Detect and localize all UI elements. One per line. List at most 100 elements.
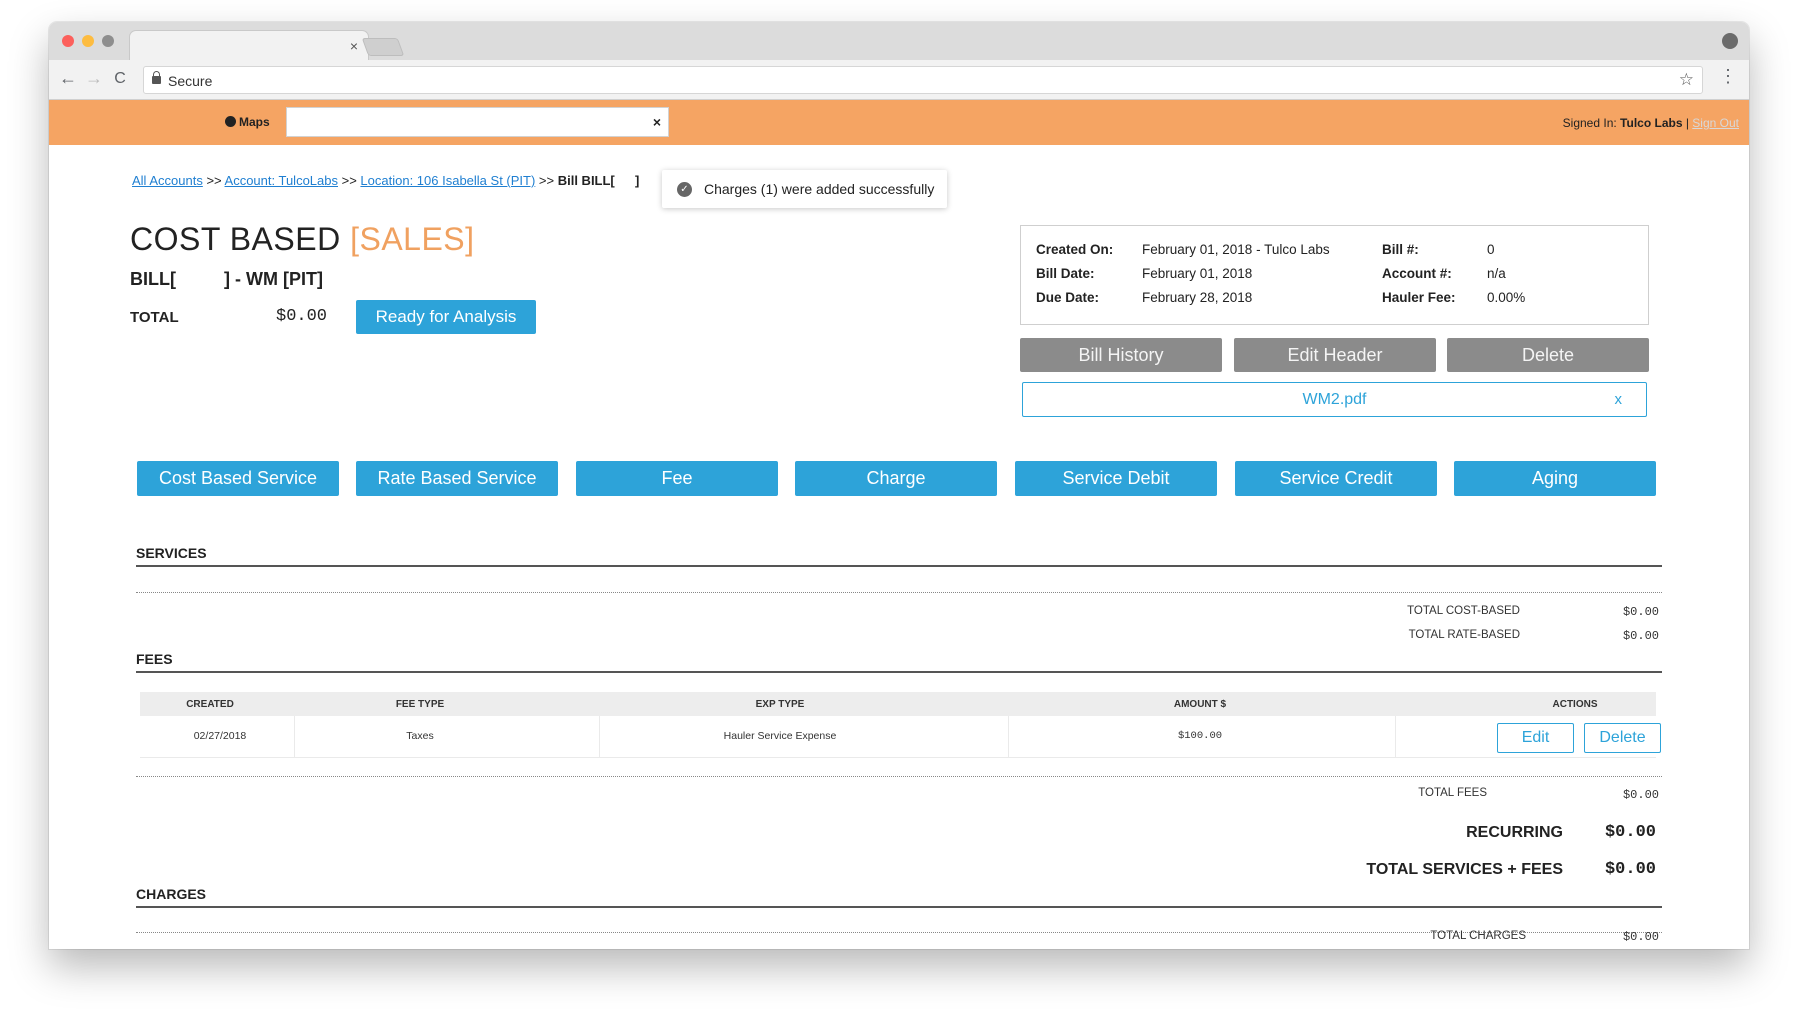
- ready-for-analysis-button[interactable]: Ready for Analysis: [356, 300, 536, 334]
- fees-divider: [136, 671, 1662, 673]
- column-header-created: CREATED: [186, 699, 234, 710]
- services-divider: [136, 565, 1662, 567]
- maps-label: Maps: [239, 115, 270, 129]
- total-cost-based-value: $0.00: [1622, 605, 1659, 619]
- bill-info-box: Created On: February 01, 2018 - Tulco La…: [1020, 225, 1649, 325]
- title-main: COST BASED: [130, 221, 341, 257]
- fee-exp-type-cell: Hauler Service Expense: [723, 730, 837, 742]
- signed-in-prefix: Signed In:: [1562, 116, 1617, 130]
- browser-window: × ← → C Secure ☆ ⋮ Maps × Signed In: Tul…: [49, 22, 1749, 949]
- attachment-file[interactable]: WM2.pdf x: [1022, 382, 1647, 417]
- add-fee-button[interactable]: Fee: [576, 461, 778, 496]
- due-date-value: February 28, 2018: [1142, 290, 1253, 305]
- maps-link[interactable]: Maps: [225, 115, 270, 129]
- add-charge-button[interactable]: Charge: [795, 461, 997, 496]
- remove-attachment-icon[interactable]: x: [1615, 391, 1623, 408]
- column-header-fee-type: FEE TYPE: [395, 699, 445, 710]
- search-input[interactable]: ×: [286, 107, 669, 137]
- forward-icon[interactable]: →: [83, 68, 105, 89]
- sign-out-link[interactable]: Sign Out: [1692, 116, 1739, 130]
- total-services-fees-label: TOTAL SERVICES + FEES: [1366, 861, 1563, 878]
- address-bar[interactable]: Secure ☆: [143, 66, 1703, 94]
- bill-number-value: 0: [1487, 242, 1495, 257]
- maximize-window-icon[interactable]: [102, 35, 114, 47]
- attachment-name[interactable]: WM2.pdf: [1023, 391, 1646, 409]
- charges-divider: [136, 906, 1662, 908]
- fees-table-header: CREATED FEE TYPE EXP TYPE AMOUNT $ ACTIO…: [140, 692, 1656, 716]
- recurring-label: RECURRING: [1466, 824, 1563, 841]
- bill-date-label: Bill Date:: [1036, 266, 1095, 281]
- total-fees-value: $0.00: [1622, 788, 1659, 802]
- breadcrumb-location[interactable]: Location: 106 Isabella St (PIT): [360, 173, 535, 188]
- back-icon[interactable]: ←: [57, 68, 79, 89]
- bookmark-star-icon[interactable]: ☆: [1679, 70, 1694, 90]
- delete-bill-button[interactable]: Delete: [1447, 338, 1649, 372]
- bill-number-label: Bill #:: [1382, 242, 1419, 257]
- breadcrumb-all-accounts[interactable]: All Accounts: [132, 173, 203, 188]
- hauler-fee-value: 0.00%: [1487, 290, 1526, 305]
- browser-tab[interactable]: ×: [129, 30, 369, 60]
- bill-suffix: ] - WM [PIT]: [223, 269, 323, 289]
- created-on-value: February 01, 2018 - Tulco Labs: [1142, 242, 1330, 257]
- fee-created-cell: 02/27/2018: [193, 730, 247, 742]
- total-charges-label: TOTAL CHARGES: [1430, 930, 1526, 942]
- bill-date-value: February 01, 2018: [1142, 266, 1253, 281]
- add-rate-based-service-button[interactable]: Rate Based Service: [356, 461, 558, 496]
- total-label: TOTAL: [130, 309, 179, 326]
- breadcrumb-sep: >>: [535, 173, 558, 188]
- reload-icon[interactable]: C: [109, 70, 131, 88]
- tab-close-icon[interactable]: ×: [350, 38, 358, 54]
- charges-section-title: CHARGES: [136, 886, 207, 902]
- add-service-credit-button[interactable]: Service Credit: [1235, 461, 1437, 496]
- new-tab-button[interactable]: [361, 38, 405, 56]
- fees-table: CREATED FEE TYPE EXP TYPE AMOUNT $ ACTIO…: [140, 692, 1661, 758]
- services-section-title: SERVICES: [136, 545, 207, 561]
- user-name: Tulco Labs: [1620, 116, 1683, 130]
- breadcrumb: All Accounts >> Account: TulcoLabs >> Lo…: [132, 173, 615, 188]
- column-header-exp-type: EXP TYPE: [755, 699, 805, 710]
- bill-history-button[interactable]: Bill History: [1020, 338, 1222, 372]
- fees-section-title: FEES: [136, 651, 173, 667]
- page-title: COST BASED [SALES]: [130, 221, 475, 258]
- total-rate-based-value: $0.00: [1622, 629, 1659, 643]
- created-on-label: Created On:: [1036, 242, 1114, 257]
- total-services-fees-value: $0.00: [1604, 860, 1656, 879]
- breadcrumb-current-close: ]: [635, 173, 640, 188]
- hauler-fee-label: Hauler Fee:: [1382, 290, 1456, 305]
- aging-button[interactable]: Aging: [1454, 461, 1656, 496]
- bill-title: BILL[ ] - WM [PIT]: [130, 269, 323, 290]
- add-cost-based-service-button[interactable]: Cost Based Service: [137, 461, 339, 496]
- signed-in-info: Signed In: Tulco Labs | Sign Out: [1563, 116, 1739, 130]
- app-header: Maps × Signed In: Tulco Labs | Sign Out: [49, 100, 1749, 145]
- breadcrumb-sep: >>: [338, 173, 361, 188]
- clear-search-icon[interactable]: ×: [653, 114, 661, 130]
- success-toast: ✓ Charges (1) were added successfully: [662, 170, 947, 208]
- account-number-label: Account #:: [1382, 266, 1452, 281]
- check-circle-icon: ✓: [677, 182, 692, 197]
- column-header-amount: AMOUNT $: [1173, 699, 1227, 710]
- main-content: All Accounts >> Account: TulcoLabs >> Lo…: [49, 145, 1749, 949]
- total-value: $0.00: [276, 307, 328, 326]
- recurring-value: $0.00: [1604, 823, 1656, 842]
- signed-separator: |: [1682, 116, 1693, 130]
- edit-header-button[interactable]: Edit Header: [1234, 338, 1436, 372]
- breadcrumb-account[interactable]: Account: TulcoLabs: [225, 173, 338, 188]
- toast-message: Charges (1) were added successfully: [704, 181, 935, 197]
- browser-menu-icon[interactable]: ⋮: [1719, 66, 1737, 87]
- delete-fee-button[interactable]: Delete: [1584, 723, 1661, 753]
- breadcrumb-current: Bill BILL[: [557, 173, 615, 188]
- services-dotted-divider: [136, 592, 1662, 593]
- globe-icon: [225, 116, 236, 127]
- fee-type-cell: Taxes: [406, 730, 434, 742]
- bill-prefix: BILL[: [130, 269, 176, 289]
- total-rate-based-label: TOTAL RATE-BASED: [1408, 629, 1520, 641]
- minimize-window-icon[interactable]: [82, 35, 94, 47]
- account-number-value: n/a: [1487, 266, 1506, 281]
- breadcrumb-sep: >>: [202, 173, 225, 188]
- add-service-debit-button[interactable]: Service Debit: [1015, 461, 1217, 496]
- close-window-icon[interactable]: [62, 35, 74, 47]
- due-date-label: Due Date:: [1036, 290, 1100, 305]
- edit-fee-button[interactable]: Edit: [1497, 723, 1574, 753]
- profile-icon[interactable]: [1722, 33, 1738, 49]
- browser-toolbar: ← → C Secure ☆ ⋮: [49, 60, 1749, 100]
